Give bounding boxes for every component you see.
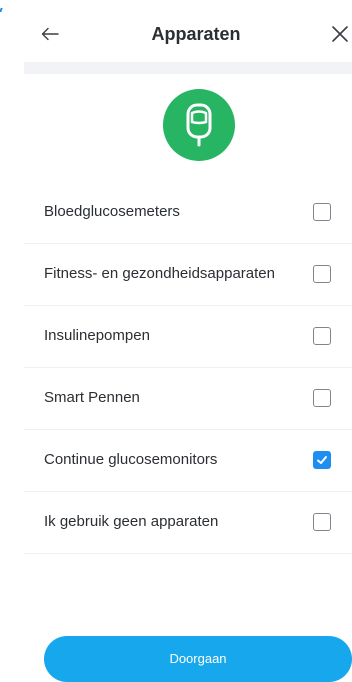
device-row-geen-apparaten[interactable]: Ik gebruik geen apparaten [24,492,352,554]
checkbox[interactable] [313,389,331,407]
checkbox[interactable] [313,513,331,531]
device-row-fitness[interactable]: Fitness- en gezondheidsapparaten [24,244,352,306]
page-title: Apparaten [151,24,241,44]
close-button[interactable] [326,20,352,48]
device-row-insulinepompen[interactable]: Insulinepompen [24,306,352,368]
continue-button[interactable]: Doorgaan [44,636,352,682]
close-icon [332,26,348,42]
checkbox[interactable] [313,265,331,283]
header: Apparaten [0,0,352,66]
device-badge [163,89,235,161]
checkbox-checked[interactable] [313,451,331,469]
device-label: Bloedglucosemeters [44,203,180,220]
header-divider [24,62,352,74]
device-list: Bloedglucosemeters Fitness- en gezondhei… [24,182,352,554]
checkmark-icon [317,456,327,464]
device-label: Ik gebruik geen apparaten [44,513,219,530]
checkbox[interactable] [313,203,331,221]
device-row-bloedglucosemeters[interactable]: Bloedglucosemeters [24,182,352,244]
glucose-meter-icon [186,103,212,147]
device-label: Continue glucosemonitors [44,451,218,468]
device-label: Smart Pennen [44,389,140,406]
device-label: Insulinepompen [44,327,150,344]
device-row-smart-pennen[interactable]: Smart Pennen [24,368,352,430]
device-label: Fitness- en gezondheidsapparaten [44,265,275,282]
checkbox[interactable] [313,327,331,345]
device-row-continue-glucosemonitors[interactable]: Continue glucosemonitors [24,430,352,492]
